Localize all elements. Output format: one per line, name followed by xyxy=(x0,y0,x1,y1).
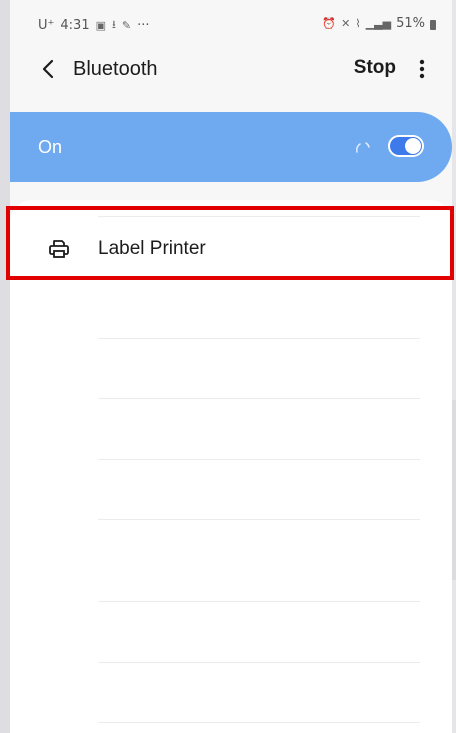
list-divider xyxy=(98,662,420,663)
device-item-label-printer[interactable]: Label Printer xyxy=(10,218,452,278)
screen: U⁺ 4:31 ▣ ⭳ ✎ ··· ⏰ ✕ ⌇ ▁▃▅ 51% Bluetoot… xyxy=(0,0,456,733)
device-name: Label Printer xyxy=(98,238,206,259)
screen-frame-right xyxy=(452,0,456,733)
download-icon: ⭳ xyxy=(112,18,116,31)
alarm-icon: ⏰ xyxy=(322,17,337,30)
mute-icon: ✕ xyxy=(341,17,351,30)
switch-knob xyxy=(405,138,421,154)
list-divider xyxy=(98,398,420,399)
list-divider xyxy=(98,601,420,602)
switch-track xyxy=(390,137,422,155)
status-bar: U⁺ 4:31 ▣ ⭳ ✎ ··· ⏰ ✕ ⌇ ▁▃▅ 51% xyxy=(10,0,452,44)
list-divider xyxy=(98,338,420,339)
bluetooth-switch[interactable] xyxy=(388,135,424,157)
battery-icon xyxy=(430,19,436,30)
pen-icon: ✎ xyxy=(121,19,132,32)
page-title: Bluetooth xyxy=(73,58,158,80)
list-divider xyxy=(98,216,420,217)
chevron-left-icon xyxy=(42,59,54,79)
stop-scan-button[interactable]: Stop xyxy=(354,57,396,79)
more-vertical-icon xyxy=(419,59,425,79)
more-options-button[interactable] xyxy=(414,54,430,84)
bluetooth-toggle-banner[interactable]: On xyxy=(10,112,452,182)
signal-icon: ▁▃▅ xyxy=(365,17,392,30)
device-list: Label Printer xyxy=(10,200,452,733)
scanning-spinner-icon xyxy=(355,142,370,153)
scrollbar[interactable] xyxy=(452,400,456,580)
wifi-icon: ⌇ xyxy=(355,17,361,30)
printer-icon xyxy=(49,240,69,258)
screen-frame-left xyxy=(0,0,10,733)
clock: 4:31 xyxy=(60,18,90,33)
list-divider xyxy=(98,519,420,520)
gallery-icon: ▣ xyxy=(95,19,106,32)
status-left: U⁺ 4:31 ▣ ⭳ ✎ ··· xyxy=(38,16,149,35)
battery-percent: 51% xyxy=(396,16,425,31)
list-divider xyxy=(98,722,420,723)
app-bar: Bluetooth Stop xyxy=(10,44,452,94)
more-notifications-indicator: ··· xyxy=(137,18,150,33)
back-button[interactable] xyxy=(34,52,62,86)
toggle-state-label: On xyxy=(38,137,63,157)
status-right: ⏰ ✕ ⌇ ▁▃▅ 51% xyxy=(322,16,436,31)
carrier-label: U⁺ xyxy=(38,18,55,33)
list-divider xyxy=(98,459,420,460)
